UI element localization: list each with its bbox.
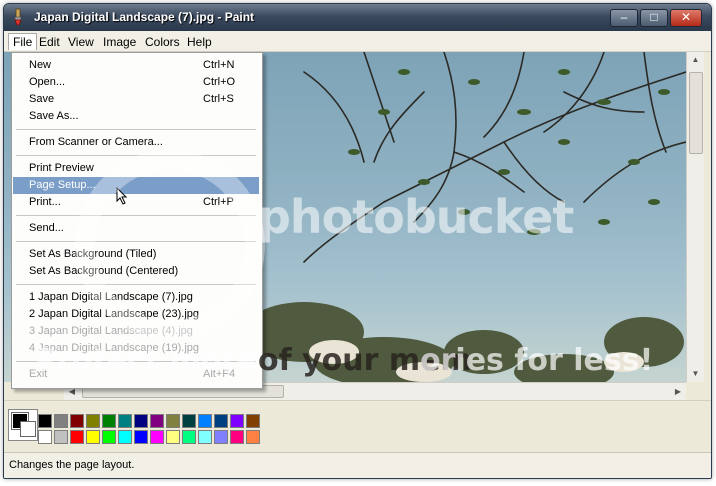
menu-item-recent-3[interactable]: 3 Japan Digital Landscape (4).jpg — [13, 323, 259, 340]
color-swatch[interactable] — [214, 414, 228, 428]
status-text: Changes the page layout. — [9, 459, 135, 471]
menu-file[interactable]: File — [8, 33, 38, 50]
color-swatch[interactable] — [246, 430, 260, 444]
color-swatch[interactable] — [230, 414, 244, 428]
color-swatch[interactable] — [182, 430, 196, 444]
background-color[interactable] — [20, 421, 36, 437]
menu-item-save-as[interactable]: Save As... — [13, 108, 259, 125]
paint-window: Japan Digital Landscape (7).jpg - Paint … — [3, 3, 712, 479]
color-swatch[interactable] — [102, 430, 116, 444]
menu-item-label: Save — [29, 93, 55, 105]
menu-colors[interactable]: Colors — [141, 34, 184, 50]
arrow-right-icon[interactable]: ▶ — [670, 383, 686, 400]
menu-item-label: Set As Background (Tiled) — [29, 248, 157, 260]
color-swatch[interactable] — [38, 430, 52, 444]
color-swatch[interactable] — [230, 430, 244, 444]
menu-edit[interactable]: Edit — [35, 34, 64, 50]
vertical-scrollbar[interactable]: ▲ ▼ — [686, 52, 704, 382]
menu-item-label: 1 Japan Digital Landscape (7).jpg — [29, 291, 193, 303]
color-swatch[interactable] — [198, 430, 212, 444]
menu-separator — [16, 241, 256, 242]
menu-item-exit[interactable]: Exit Alt+F4 — [13, 366, 259, 383]
menu-item-label: Open... — [29, 76, 66, 88]
status-bar: Changes the page layout. — [4, 452, 711, 478]
menu-item-recent-2[interactable]: 2 Japan Digital Landscape (23).jpg — [13, 306, 259, 323]
color-swatch[interactable] — [246, 414, 260, 428]
arrow-down-icon[interactable]: ▼ — [687, 366, 704, 382]
menu-image[interactable]: Image — [99, 34, 140, 50]
color-swatch[interactable] — [38, 414, 52, 428]
mouse-cursor-icon — [116, 187, 128, 205]
menu-item-label: Exit — [29, 368, 48, 380]
menu-separator — [16, 215, 256, 216]
arrow-up-icon[interactable]: ▲ — [687, 52, 704, 68]
menu-separator — [16, 129, 256, 130]
paint-brush-icon — [14, 8, 22, 26]
menu-separator — [16, 284, 256, 285]
menu-item-shortcut: Alt+F4 — [203, 368, 236, 380]
color-swatch[interactable] — [102, 414, 116, 428]
close-button[interactable]: ✕ — [670, 9, 702, 27]
menu-item-label: Set As Background (Centered) — [29, 265, 179, 277]
menu-item-background-centered[interactable]: Set As Background (Centered) — [13, 263, 259, 280]
window-title: Japan Digital Landscape (7).jpg - Paint — [34, 10, 255, 24]
menu-item-label: 3 Japan Digital Landscape (4).jpg — [29, 325, 193, 337]
menu-separator — [16, 361, 256, 362]
color-palette — [4, 400, 711, 451]
menu-item-shortcut: Ctrl+N — [203, 59, 235, 71]
color-swatch[interactable] — [70, 430, 84, 444]
color-swatch[interactable] — [198, 414, 212, 428]
color-swatch[interactable] — [150, 430, 164, 444]
menu-item-shortcut: Ctrl+O — [203, 76, 236, 88]
menu-item-label: Save As... — [29, 110, 79, 122]
title-bar[interactable]: Japan Digital Landscape (7).jpg - Paint … — [4, 4, 711, 31]
vertical-scroll-thumb[interactable] — [689, 72, 703, 154]
menu-item-background-tiled[interactable]: Set As Background (Tiled) — [13, 246, 259, 263]
color-swatch[interactable] — [182, 414, 196, 428]
menu-item-recent-4[interactable]: 4 Japan Digital Landscape (19).jpg — [13, 340, 259, 357]
menu-item-label: Print Preview — [29, 162, 94, 174]
color-swatch[interactable] — [134, 414, 148, 428]
menu-item-shortcut: Ctrl+P — [203, 196, 234, 208]
color-swatch[interactable] — [150, 414, 164, 428]
color-swatch[interactable] — [214, 430, 228, 444]
menu-bar: File Edit View Image Colors Help — [4, 31, 711, 52]
file-menu-dropdown: New Ctrl+N Open... Ctrl+O Save Ctrl+S Save … — [11, 52, 263, 389]
color-swatch[interactable] — [86, 414, 100, 428]
menu-item-open[interactable]: Open... Ctrl+O — [13, 74, 259, 91]
current-colors[interactable] — [8, 409, 38, 441]
menu-item-print-preview[interactable]: Print Preview — [13, 160, 259, 177]
menu-view[interactable]: View — [64, 34, 98, 50]
menu-item-label: Print... — [29, 196, 61, 208]
menu-item-label: Page Setup... — [29, 179, 96, 191]
color-swatch[interactable] — [54, 430, 68, 444]
menu-item-send[interactable]: Send... — [13, 220, 259, 237]
menu-item-new[interactable]: New Ctrl+N — [13, 57, 259, 74]
minimize-button[interactable]: – — [610, 9, 638, 27]
menu-item-label: Send... — [29, 222, 64, 234]
menu-item-label: New — [29, 59, 52, 71]
color-swatch[interactable] — [166, 414, 180, 428]
menu-item-page-setup[interactable]: Page Setup... — [13, 177, 259, 194]
menu-help[interactable]: Help — [183, 34, 216, 50]
color-swatch[interactable] — [70, 414, 84, 428]
menu-item-label: From Scanner or Camera... — [29, 136, 163, 148]
menu-item-print[interactable]: Print... Ctrl+P — [13, 194, 259, 211]
color-swatch[interactable] — [118, 430, 132, 444]
menu-item-label: 4 Japan Digital Landscape (19).jpg — [29, 342, 200, 354]
menu-item-from-scanner[interactable]: From Scanner or Camera... — [13, 134, 259, 151]
menu-item-save[interactable]: Save Ctrl+S — [13, 91, 259, 108]
color-swatch[interactable] — [134, 430, 148, 444]
menu-separator — [16, 155, 256, 156]
color-swatch[interactable] — [118, 414, 132, 428]
maximize-button[interactable]: □ — [640, 9, 668, 27]
menu-item-shortcut: Ctrl+S — [203, 93, 234, 105]
color-swatch[interactable] — [86, 430, 100, 444]
color-swatch[interactable] — [54, 414, 68, 428]
menu-item-label: 2 Japan Digital Landscape (23).jpg — [29, 308, 200, 320]
color-swatch[interactable] — [166, 430, 180, 444]
menu-item-recent-1[interactable]: 1 Japan Digital Landscape (7).jpg — [13, 289, 259, 306]
